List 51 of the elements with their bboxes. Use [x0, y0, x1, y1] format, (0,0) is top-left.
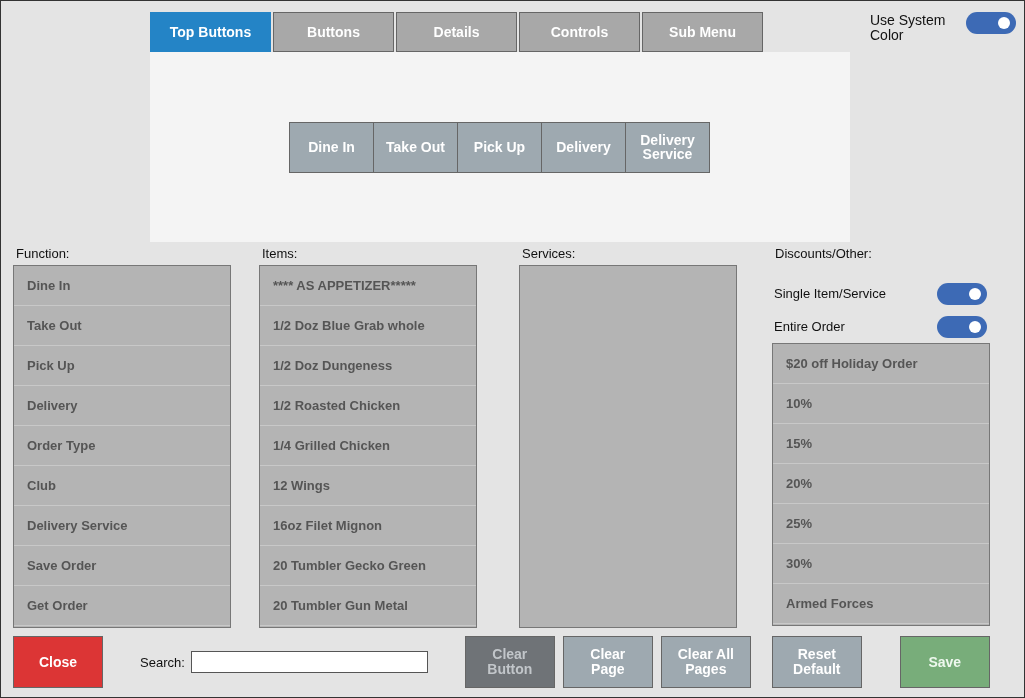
list-item[interactable]: 1/4 Grilled Chicken: [260, 426, 476, 466]
discount-toggle[interactable]: [937, 282, 987, 305]
list-item[interactable]: 15%: [773, 424, 989, 464]
list-item[interactable]: Dine In: [14, 266, 230, 306]
tab[interactable]: Top Buttons: [150, 12, 271, 52]
order-type-button[interactable]: Take Out: [373, 121, 458, 173]
list-item[interactable]: 1/2 Doz Blue Grab whole: [260, 306, 476, 346]
list-item[interactable]: Take Out: [14, 306, 230, 346]
order-type-button[interactable]: Delivery Service: [625, 121, 710, 173]
list-item[interactable]: Delivery: [14, 386, 230, 426]
search-field[interactable]: [190, 651, 428, 673]
list-item[interactable]: 10%: [773, 384, 989, 424]
list-item[interactable]: $20 off Holiday Order: [773, 344, 989, 384]
list-item[interactable]: 16oz Filet Mignon: [260, 506, 476, 546]
list-item[interactable]: 12 Wings: [260, 466, 476, 506]
action-button[interactable]: Clear All Pages: [660, 636, 751, 688]
list-item[interactable]: 1/2 Roasted Chicken: [260, 386, 476, 426]
list-item[interactable]: **** AS APPETIZER*****: [260, 266, 476, 306]
list-item[interactable]: 20 Tumbler Gun Metal: [260, 586, 476, 626]
list-label: Items:: [261, 247, 299, 263]
list-item[interactable]: Get Order: [14, 586, 230, 626]
list-item[interactable]: 1/2 Doz Dungeness: [260, 346, 476, 386]
order-type-button[interactable]: Pick Up: [457, 121, 542, 173]
list-item[interactable]: Club: [14, 466, 230, 506]
close-button[interactable]: Close: [13, 636, 103, 688]
tab[interactable]: Sub Menu: [642, 12, 763, 52]
list-label: Function:: [15, 247, 71, 263]
list-item[interactable]: Delivery Service: [14, 506, 230, 546]
list-item[interactable]: 20%: [773, 464, 989, 504]
toggle-label: Use System Color: [870, 13, 947, 43]
list-item[interactable]: Armed Forces: [773, 584, 989, 624]
discount-toggle[interactable]: [937, 315, 987, 338]
list-item[interactable]: Pick Up: [14, 346, 230, 386]
tab[interactable]: Details: [396, 12, 517, 52]
search-label: Search:: [140, 654, 185, 670]
order-type-button[interactable]: Dine In: [289, 121, 374, 173]
list-item[interactable]: Order Type: [14, 426, 230, 466]
list-item[interactable]: Save Order: [14, 546, 230, 586]
order-type-button[interactable]: Delivery: [541, 121, 626, 173]
toggle-label: Entire Order: [773, 319, 845, 334]
list-label: Discounts/Other:: [774, 247, 873, 263]
list-item[interactable]: 30%: [773, 544, 989, 584]
action-button[interactable]: Clear Page: [562, 636, 653, 688]
toggle-label: Single Item/Service: [773, 286, 886, 301]
list-item[interactable]: 20 Tumbler Gecko Green: [260, 546, 476, 586]
list-label: Services:: [521, 247, 577, 263]
tab[interactable]: Buttons: [273, 12, 394, 52]
tab[interactable]: Controls: [519, 12, 640, 52]
system-color-toggle[interactable]: [966, 12, 1016, 34]
action-button[interactable]: Reset Default: [771, 636, 862, 688]
list-item[interactable]: 25%: [773, 504, 989, 544]
